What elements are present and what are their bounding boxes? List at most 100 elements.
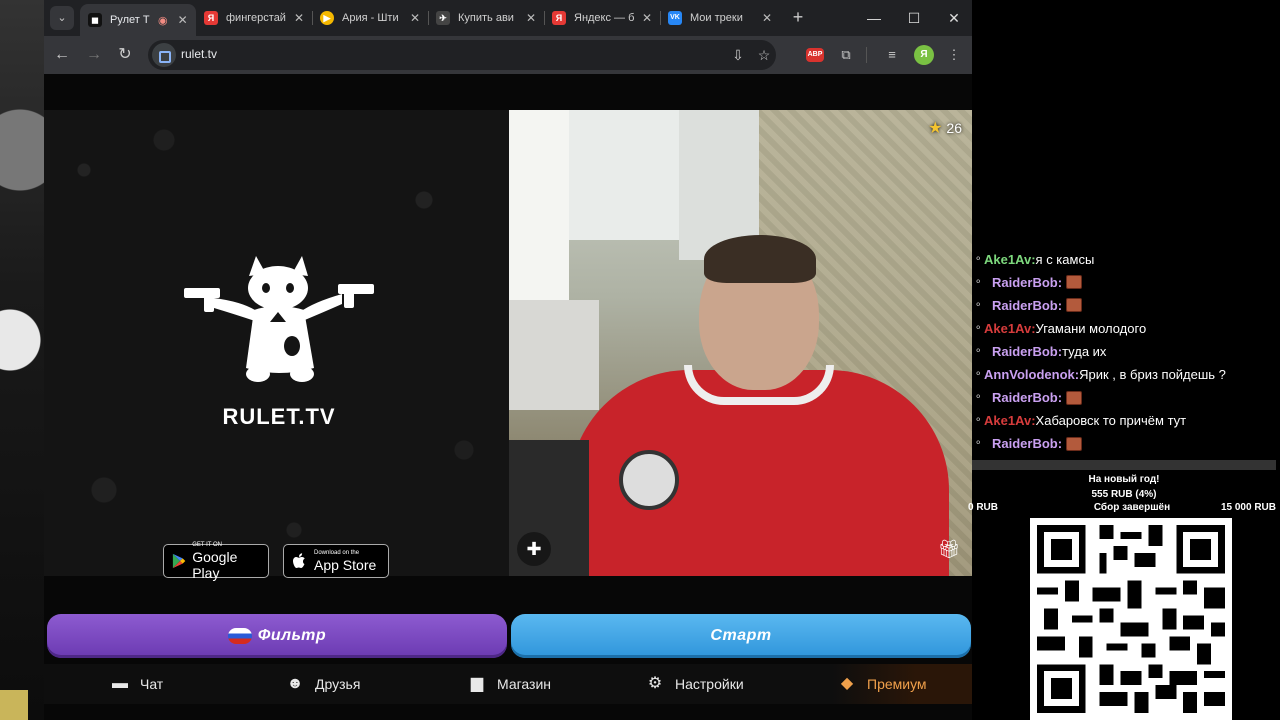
nav-chat[interactable]: ▬ Чат: [110, 664, 163, 704]
stream-overlay: ⚬ Ake1Av: я с камсы ⚬ RaiderBob: ⚬ RaiderBob: ⚬…: [968, 0, 1280, 720]
screen: ⌄ ◼ Рулет Т ◉ ✕ Я фингерстай ✕ ▶ Ария - …: [0, 0, 1280, 720]
chat-username: RaiderBob:: [992, 297, 1063, 313]
tab-label: Рулет Т: [110, 14, 150, 26]
game-controller-button[interactable]: ✚: [517, 532, 551, 566]
donation-goal-title: На новый год!: [1088, 474, 1160, 485]
tab-aria[interactable]: ▶ Ария - Шти ✕: [312, 4, 428, 32]
tab-label: Купить ави: [458, 12, 514, 24]
close-icon[interactable]: ✕: [294, 11, 304, 25]
chat-bullet-icon: ⚬: [974, 299, 983, 311]
nav-friends[interactable]: ☻ Друзья: [285, 664, 361, 704]
site-info-icon[interactable]: [152, 43, 176, 67]
donation-goal-start: 0 RUB: [968, 502, 999, 513]
tab-label: Ария - Шти: [342, 12, 399, 24]
app-store-button[interactable]: Download on the App Store: [283, 544, 389, 578]
close-icon[interactable]: ✕: [762, 11, 772, 25]
start-button[interactable]: Старт: [511, 614, 971, 658]
video-stove: [509, 300, 599, 410]
play-favicon-icon: ▶: [320, 11, 334, 25]
forward-button[interactable]: →: [82, 43, 106, 67]
chat-text: туда их: [1062, 343, 1107, 359]
price-tag-icon: ◆: [840, 675, 854, 692]
chat-text: я с камсы: [1035, 251, 1095, 267]
reading-list-icon[interactable]: ≡: [882, 45, 902, 65]
filter-button[interactable]: Фильтр: [47, 614, 507, 658]
donation-qr-code: [1030, 518, 1232, 720]
start-button-label: Старт: [710, 627, 772, 644]
nav-shop[interactable]: ▆ Магазин: [467, 664, 551, 704]
google-play-subtitle: GET IT ON: [192, 541, 223, 548]
close-icon[interactable]: ✕: [642, 11, 652, 25]
partner-video[interactable]: ★ 26 ✚ 🎁︎: [509, 110, 972, 576]
chat-bullet-icon: ⚬: [974, 392, 983, 404]
minimize-button[interactable]: —: [854, 4, 894, 32]
bookmark-star-icon[interactable]: ☆: [754, 46, 774, 64]
close-icon[interactable]: ✕: [410, 11, 420, 25]
yandex-favicon-icon: Я: [552, 11, 566, 25]
close-window-button[interactable]: ✕: [934, 4, 974, 32]
russia-flag-icon: [227, 628, 252, 644]
adblock-extension-icon[interactable]: ABP: [806, 48, 824, 62]
chat-message: ⚬ AnnVolodenok: Ярик , в бриз пойдешь ?: [972, 364, 1226, 386]
nav-premium-label: Премиум: [867, 676, 927, 692]
chat-icon: ▬: [112, 675, 128, 692]
chat-username: AnnVolodenok:: [984, 367, 1080, 382]
reload-button[interactable]: ↻: [113, 43, 137, 67]
chat-bullet-icon: ⚬: [974, 438, 983, 450]
gamepad-icon: ✚: [526, 539, 542, 559]
nav-chat-label: Чат: [140, 676, 164, 692]
tab-search-button[interactable]: ⌄: [50, 6, 74, 30]
gear-icon: ⚙: [647, 675, 663, 692]
chat-bullet-icon: ⚬: [974, 253, 983, 265]
nav-premium[interactable]: ◆ Премиум: [837, 664, 927, 704]
profile-avatar[interactable]: Я: [914, 45, 934, 65]
donation-goal-end: 15 000 RUB: [1220, 502, 1276, 513]
chat-emote-icon: [1066, 436, 1083, 451]
gift-button[interactable]: 🎁︎: [936, 536, 962, 562]
site-logo-text: RULET.TV: [222, 404, 336, 429]
rating-badge: ★ 26: [928, 118, 962, 138]
video-shirt-emblem: [619, 450, 679, 510]
tab-label: фингерстай: [226, 12, 286, 24]
chat-username: RaiderBob:: [992, 390, 1063, 406]
rating-value: 26: [946, 120, 962, 136]
donation-goal-status: Сбор завершён: [1093, 502, 1171, 513]
google-play-button[interactable]: GET IT ON Google Play: [163, 541, 269, 581]
chat-username: Ake1Av:: [984, 413, 1036, 429]
close-icon[interactable]: ✕: [178, 13, 188, 27]
nav-shop-label: Магазин: [497, 676, 552, 692]
video-person-hair: [704, 235, 816, 283]
app-store-subtitle: Download on the: [314, 549, 360, 556]
chat-message: ⚬ RaiderBob: туда их: [972, 340, 1106, 362]
chat-username: RaiderBob:: [992, 274, 1063, 290]
video-window: [509, 110, 569, 330]
tab-fingerstyle[interactable]: Я фингерстай ✕: [196, 4, 312, 32]
new-tab-button[interactable]: +: [786, 6, 810, 30]
nav-settings[interactable]: ⚙ Настройки: [645, 664, 744, 704]
chat-text: Ярик , в бриз пойдешь ?: [1079, 367, 1226, 382]
shop-bag-icon: ▆: [470, 675, 484, 692]
chat-bullet-icon: ⚬: [974, 369, 983, 380]
chat-emote-icon: [1066, 298, 1083, 313]
chat-username: Ake1Av:: [984, 320, 1036, 336]
extensions-puzzle-icon[interactable]: ⧉: [836, 45, 856, 65]
menu-kebab-icon[interactable]: ⋮: [944, 45, 964, 65]
chat-message: ⚬ Ake1Av: Угамани молодого: [972, 317, 1146, 339]
tab-avia[interactable]: ✈ Купить ави ✕: [428, 4, 544, 32]
friends-icon: ☻: [286, 675, 304, 692]
maximize-button[interactable]: ☐: [894, 4, 934, 32]
stream-backdrop: [0, 0, 44, 720]
address-bar[interactable]: rulet.tv ⇩ ☆: [148, 40, 776, 70]
tab-vk[interactable]: VK Мои треки ✕: [660, 4, 780, 32]
back-button[interactable]: ←: [50, 43, 74, 67]
toolbar-divider: [866, 47, 867, 63]
google-play-icon: [172, 553, 186, 569]
rulet-cat-logo: [184, 256, 374, 382]
chat-message: ⚬ RaiderBob:: [972, 294, 1083, 316]
close-icon[interactable]: ✕: [526, 11, 536, 25]
install-app-icon[interactable]: ⇩: [728, 46, 748, 64]
rulet-page: RULET.TV GET IT ON Google Play Download …: [44, 74, 972, 720]
tab-yandex[interactable]: Я Яндекс — б ✕: [544, 4, 660, 32]
tab-rulet[interactable]: ◼ Рулет Т ◉ ✕: [80, 4, 196, 36]
chat-emote-icon: [1066, 390, 1083, 405]
